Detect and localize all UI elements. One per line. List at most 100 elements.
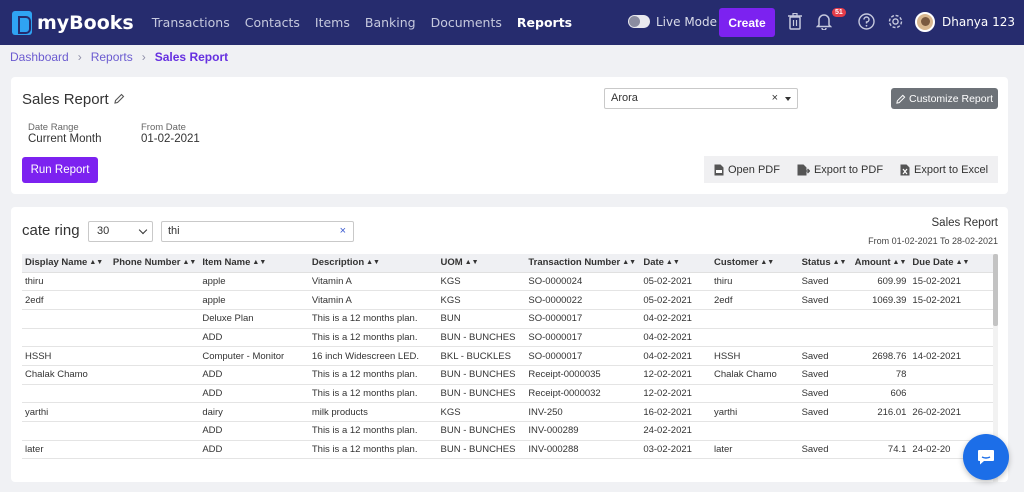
report-table-title: Sales Report [931, 217, 998, 229]
create-button[interactable]: Create [719, 8, 775, 37]
table-cell: 216.01 [849, 402, 910, 422]
app-logo[interactable]: myBooks [12, 10, 134, 35]
table-row[interactable]: ADD This is a 12 months plan. BUN - BUNCHE… [22, 328, 995, 348]
table-cell: thiru [710, 272, 799, 292]
table-row[interactable]: HSSH Computer - Monitor 16 inch Widescreen… [22, 346, 995, 366]
column-header[interactable]: Transaction Number ▲▼ [525, 254, 641, 273]
nav-documents[interactable]: Documents [431, 15, 502, 30]
table-cell: This is a 12 months plan. [308, 328, 438, 348]
column-header[interactable]: Phone Number ▲▼ [109, 254, 200, 273]
table-row[interactable]: thiru apple Vitamin A KGS SO-0000024 05-02-20… [22, 272, 995, 292]
open-pdf-button[interactable]: Open PDF [714, 164, 780, 176]
export-toolbar: Open PDF Export to PDF Export to Excel [704, 156, 998, 183]
table-row[interactable]: ADD This is a 12 months plan. BUN - BUNCHE… [22, 384, 995, 404]
column-header[interactable]: Amount ▲▼ [849, 254, 910, 273]
caret-down-icon[interactable] [785, 97, 791, 101]
table-cell: KGS [437, 290, 526, 310]
search-input[interactable]: thi × [161, 221, 354, 242]
main-nav: Transactions Contacts Items Banking Docu… [152, 15, 587, 30]
table-cell: 14-02-2021 [909, 346, 995, 366]
customize-report-button[interactable]: Customize Report [891, 88, 998, 109]
breadcrumb-dashboard[interactable]: Dashboard [10, 50, 69, 64]
pencil-icon[interactable] [114, 93, 125, 104]
table-cell: BUN - BUNCHES [437, 440, 526, 460]
chat-icon [978, 450, 994, 465]
clear-icon[interactable]: × [772, 92, 778, 104]
table-cell: 606 [849, 384, 910, 404]
table-cell [22, 421, 110, 441]
from-date-label: From Date [141, 122, 186, 133]
nav-reports[interactable]: Reports [517, 15, 572, 30]
table-cell [109, 421, 200, 441]
table-cell: Chalak Chamo [710, 365, 799, 385]
chat-button[interactable] [963, 434, 1009, 480]
table-cell: Saved [798, 365, 850, 385]
table-cell: apple [199, 290, 309, 310]
run-report-button[interactable]: Run Report [22, 157, 98, 183]
breadcrumb-reports[interactable]: Reports [91, 50, 133, 64]
table-cell: HSSH [710, 346, 799, 366]
column-header[interactable]: Customer ▲▼ [710, 254, 799, 273]
table-cell: 15-02-2021 [909, 272, 995, 292]
table-cell [710, 384, 799, 404]
table-cell: SO-0000017 [525, 346, 641, 366]
column-header[interactable]: Description ▲▼ [308, 254, 438, 273]
export-excel-label: Export to Excel [914, 163, 989, 176]
column-header[interactable]: UOM ▲▼ [437, 254, 526, 273]
bell-icon[interactable] [816, 13, 832, 30]
table-row[interactable]: yarthi dairy milk products KGS INV-250 16-02-… [22, 402, 995, 422]
help-icon[interactable] [858, 13, 875, 30]
table-cell: This is a 12 months plan. [308, 384, 438, 404]
table-cell: thiru [22, 272, 110, 292]
table-row[interactable]: Chalak Chamo ADD This is a 12 months plan.… [22, 365, 995, 385]
sort-icon: ▲▼ [955, 259, 970, 267]
table-cell: Vitamin A [308, 290, 438, 310]
table-cell: 1069.39 [849, 290, 910, 310]
report-table-card: cate ring 30 thi × Sales Report From 01-… [11, 207, 1008, 482]
table-cell: Receipt-0000032 [525, 384, 641, 404]
table-cell: BUN - BUNCHES [437, 328, 526, 348]
table-cell: Saved [798, 384, 850, 404]
table-cell: INV-000288 [525, 440, 641, 460]
table-cell: Deluxe Plan [199, 309, 309, 329]
file-pdf-icon [714, 164, 724, 175]
nav-items[interactable]: Items [315, 15, 350, 30]
table-cell: 2edf [710, 290, 799, 310]
file-excel-icon [900, 164, 910, 175]
user-name[interactable]: Dhanya 123 [942, 15, 1015, 29]
page-title: Sales Report [22, 91, 109, 108]
gear-icon[interactable] [887, 13, 904, 30]
column-header[interactable]: Due Date ▲▼ [909, 254, 995, 273]
column-header[interactable]: Display Name ▲▼ [22, 254, 110, 273]
table-cell [109, 365, 200, 385]
table-cell: BUN [437, 309, 526, 329]
table-cell: 12-02-2021 [640, 384, 711, 404]
export-pdf-button[interactable]: Export to PDF [797, 164, 883, 176]
nav-transactions[interactable]: Transactions [152, 15, 230, 30]
column-header[interactable]: Status ▲▼ [798, 254, 850, 273]
column-header[interactable]: Item Name ▲▼ [199, 254, 309, 273]
nav-contacts[interactable]: Contacts [245, 15, 300, 30]
table-row[interactable]: 2edf apple Vitamin A KGS SO-0000022 05-02-202… [22, 290, 995, 310]
page-size-select[interactable]: 30 [88, 221, 153, 242]
table-cell: 26-02-2021 [909, 402, 995, 422]
live-mode-toggle[interactable] [628, 15, 650, 28]
column-header[interactable]: Date ▲▼ [640, 254, 711, 273]
clear-search-icon[interactable]: × [340, 225, 346, 237]
table-cell [710, 421, 799, 441]
user-avatar[interactable] [915, 12, 935, 32]
customer-select[interactable]: Arora × [604, 88, 798, 109]
chevron-down-icon [138, 225, 148, 235]
nav-banking[interactable]: Banking [365, 15, 416, 30]
table-cell: SO-0000017 [525, 328, 641, 348]
trash-icon[interactable] [788, 13, 802, 30]
table-cell: ADD [199, 328, 309, 348]
scrollbar-thumb[interactable] [993, 254, 998, 326]
table-row[interactable]: Deluxe Plan This is a 12 months plan. BUN S… [22, 309, 995, 329]
table-row[interactable]: ADD This is a 12 months plan. BUN - BUNCHE… [22, 421, 995, 441]
table-row[interactable]: later ADD This is a 12 months plan. BUN - B… [22, 440, 995, 460]
date-range-label: Date Range [28, 122, 79, 133]
export-excel-button[interactable]: Export to Excel [900, 164, 988, 176]
table-cell: dairy [199, 402, 309, 422]
table-cell [22, 328, 110, 348]
